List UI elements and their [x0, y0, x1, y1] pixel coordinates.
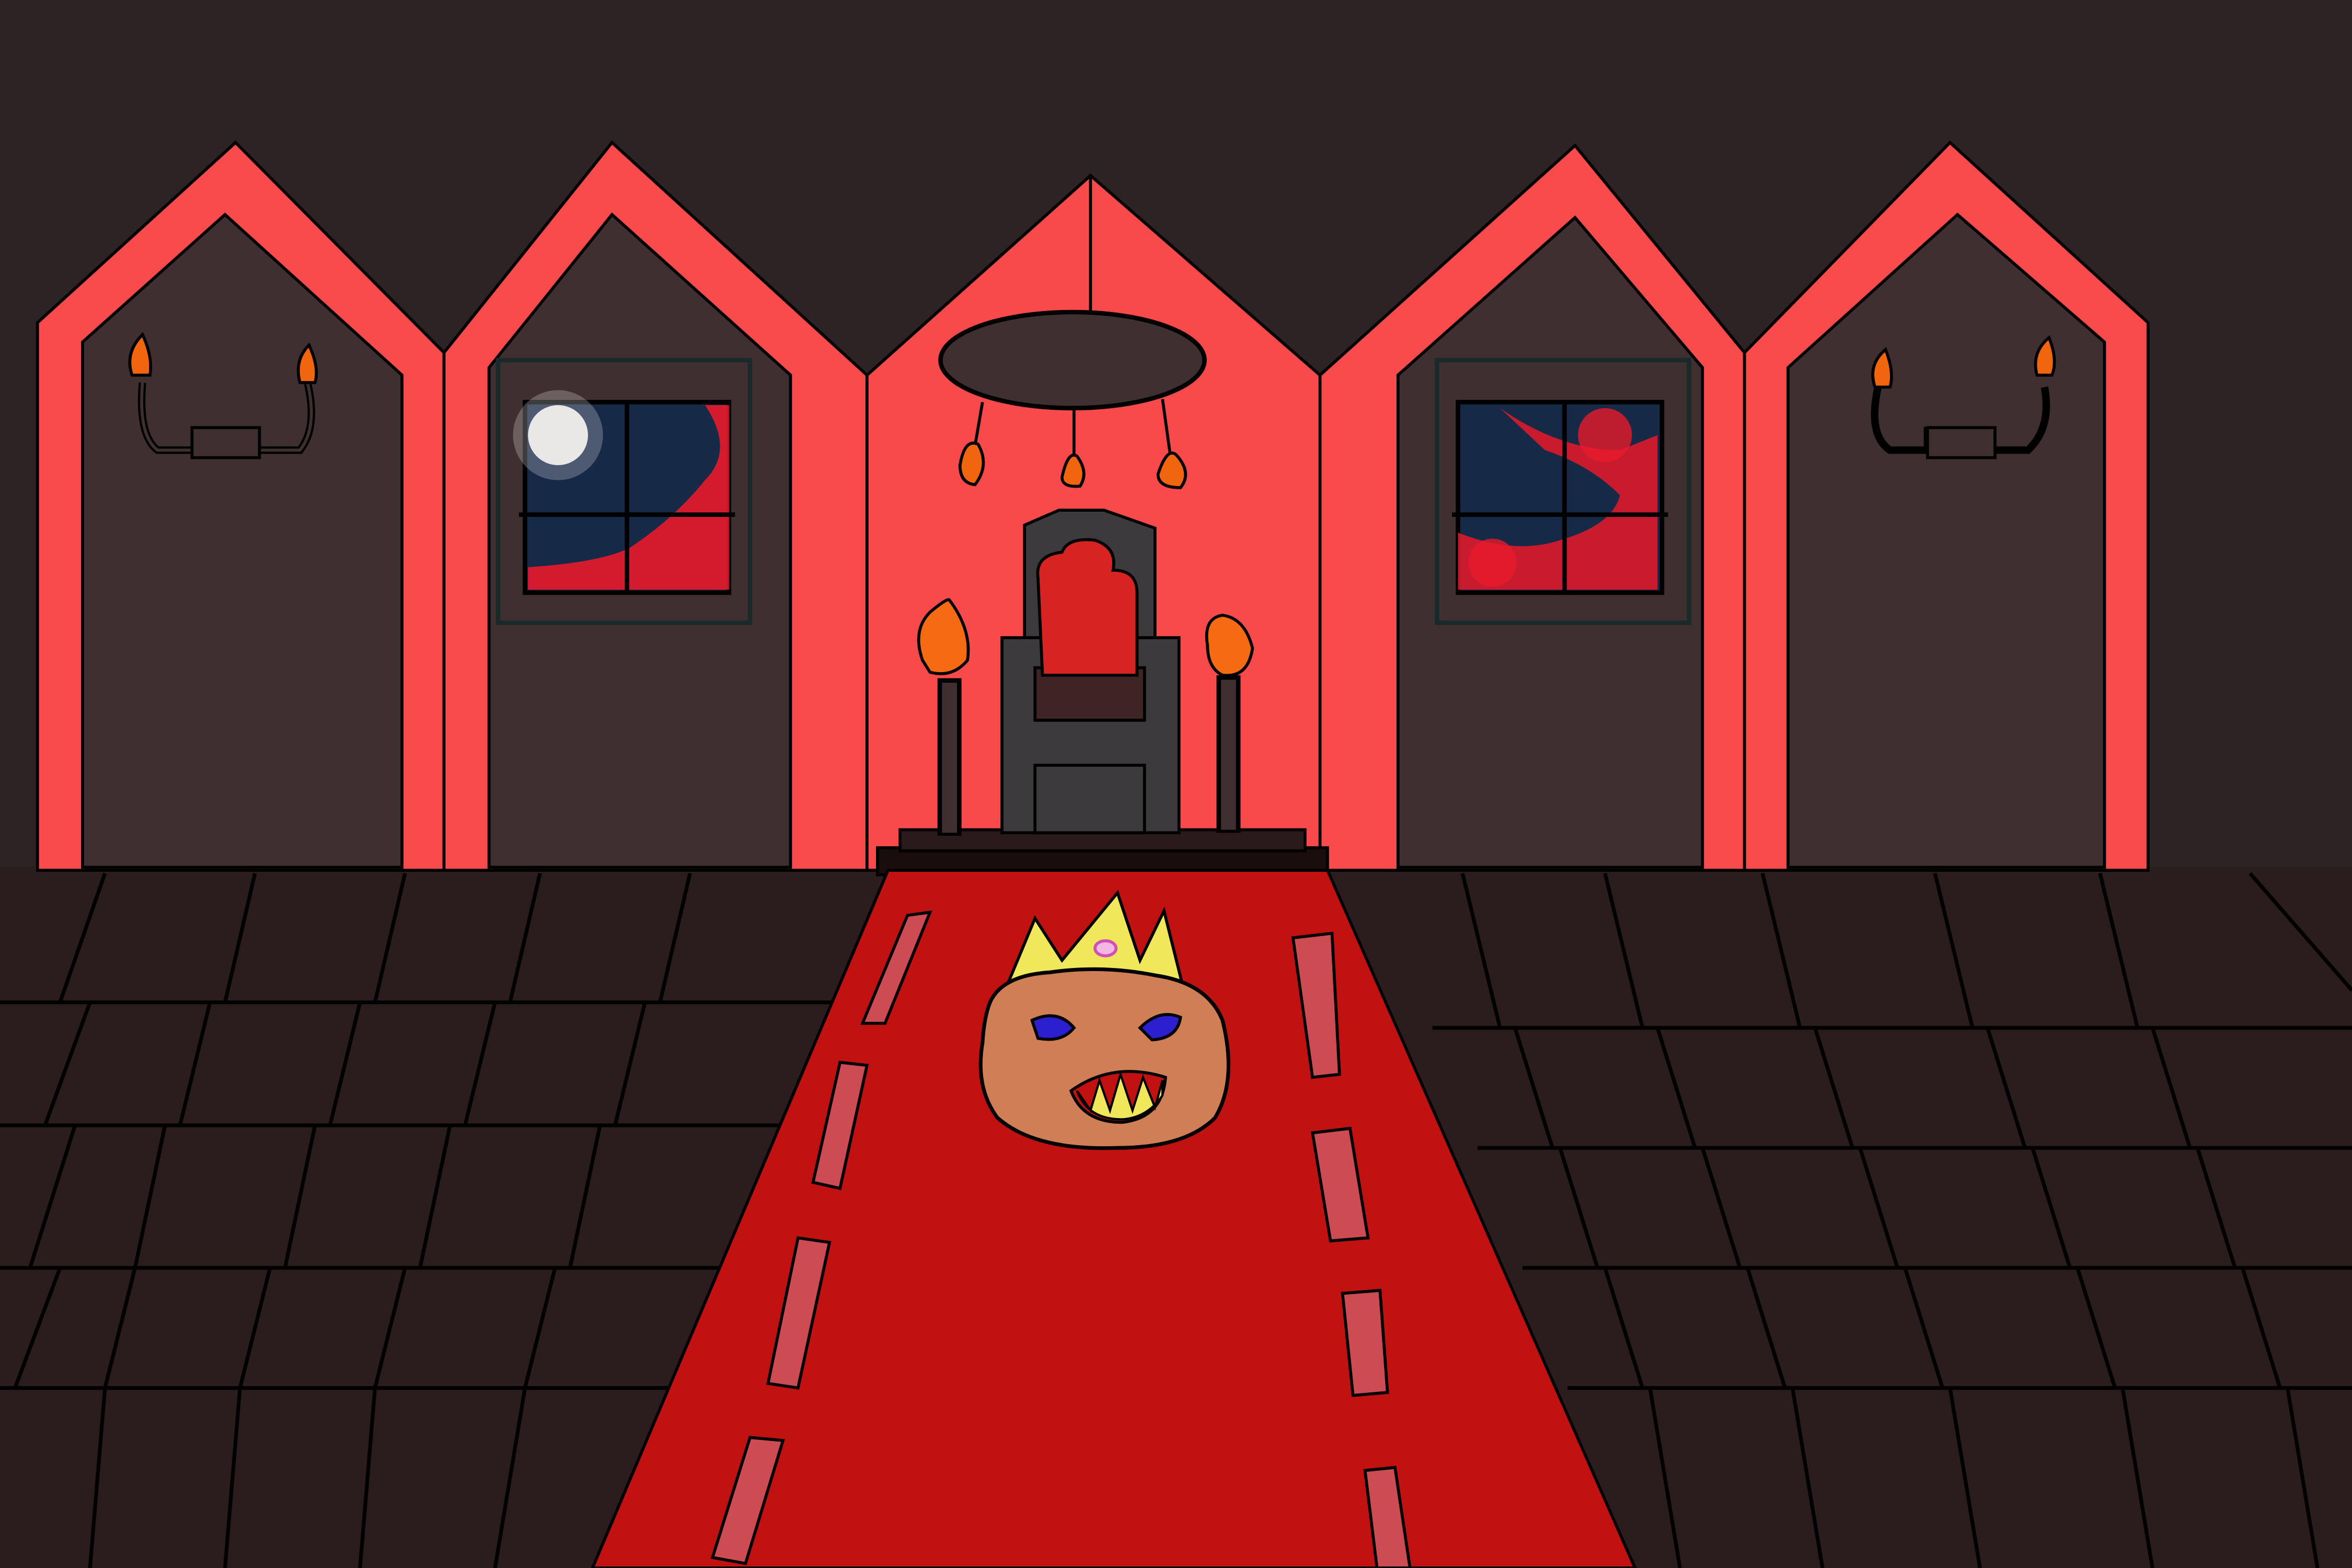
- throne-room-scene: [0, 0, 2352, 1568]
- throne-icon: [1000, 509, 1181, 835]
- crown-gem: [1093, 939, 1118, 958]
- throne-dais: [876, 828, 1329, 877]
